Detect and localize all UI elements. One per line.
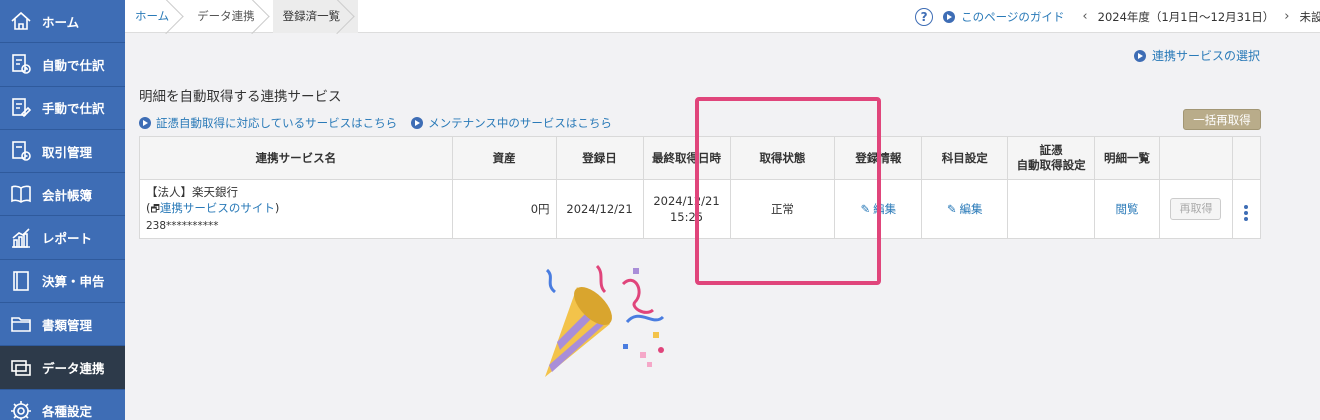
header-voucher-line2: 自動取得設定 — [1016, 158, 1086, 172]
sidebar-item-home[interactable]: ホーム — [0, 0, 125, 44]
sidebar-item-manual-journal[interactable]: 手動で仕訳 — [0, 87, 125, 130]
section-title: 明細を自動取得する連携サービス — [139, 89, 342, 105]
transaction-icon — [0, 139, 42, 163]
voucher-settings-cell — [1007, 179, 1096, 239]
menu-cell — [1231, 179, 1262, 239]
maintenance-services-link[interactable]: メンテナンス中のサービスはこちら — [411, 115, 612, 131]
header-account-settings: 科目設定 — [921, 136, 1009, 180]
report-chart-icon — [0, 226, 42, 250]
pencil-icon: ✎ — [946, 202, 957, 216]
sidebar-item-label: レポート — [42, 231, 93, 247]
account-number: 238********** — [146, 220, 219, 232]
service-site-line: (🗗連携サービスのサイト) — [146, 201, 280, 215]
registered-date-cell: 2024/12/21 — [555, 179, 644, 239]
sidebar: ホーム 自動で仕訳 手動で仕訳 取引管理 会計帳簿 レポート 決算・申告 書類管… — [0, 0, 125, 420]
play-icon — [1133, 49, 1146, 62]
status-text: 未設定 — [1299, 9, 1320, 24]
sidebar-item-auto-journal[interactable]: 自動で仕訳 — [0, 43, 125, 87]
help-icon[interactable]: ? — [915, 7, 934, 26]
sidebar-item-label: ホーム — [42, 14, 80, 30]
sidebar-item-settings[interactable]: 各種設定 — [0, 390, 125, 420]
ledger-book-icon — [0, 182, 42, 206]
service-site-link[interactable]: 連携サービスのサイト — [160, 201, 275, 215]
voucher-services-link[interactable]: 証憑自動取得に対応しているサービスはこちら — [139, 115, 397, 131]
play-icon — [139, 117, 151, 129]
data-link-icon — [0, 356, 42, 380]
sidebar-item-label: 手動で仕訳 — [42, 101, 105, 117]
header-refetch — [1159, 136, 1233, 180]
sidebar-item-ledger[interactable]: 会計帳簿 — [0, 173, 125, 217]
manual-journal-icon — [0, 96, 42, 120]
next-year-icon[interactable]: › — [1284, 9, 1289, 24]
sidebar-item-label: 各種設定 — [42, 404, 93, 420]
auto-journal-icon — [0, 52, 42, 76]
sidebar-item-label: 書類管理 — [42, 317, 93, 333]
header-voucher-settings: 証憑 自動取得設定 — [1007, 136, 1096, 180]
page-guide-link[interactable]: このページのガイド — [943, 9, 1064, 25]
folder-icon — [0, 312, 42, 336]
service-name-cell: 【法人】楽天銀行 (🗗連携サービスのサイト) 238********** — [139, 179, 453, 239]
play-icon — [411, 117, 424, 129]
statement-view-cell: 閲覧 — [1094, 179, 1160, 239]
account-edit-label: 編集 — [959, 202, 983, 216]
highlight-box — [695, 97, 881, 285]
settlement-icon — [0, 269, 42, 293]
select-service-link[interactable]: 連携サービスの選択 — [1133, 47, 1260, 64]
sidebar-item-label: 会計帳簿 — [42, 187, 93, 203]
refetch-cell: 再取得 — [1159, 179, 1233, 239]
prev-year-icon[interactable]: ‹ — [1082, 9, 1087, 24]
page-guide-label: このページのガイド — [961, 9, 1065, 24]
party-popper-icon — [545, 264, 665, 377]
service-name: 【法人】楽天銀行 — [146, 185, 238, 199]
select-service-label: 連携サービスの選択 — [1151, 49, 1260, 63]
header-menu — [1231, 136, 1262, 180]
gear-icon — [0, 399, 42, 420]
maintenance-services-label: メンテナンス中のサービスはこちら — [428, 116, 612, 130]
external-window-icon: 🗗 — [150, 204, 160, 215]
sidebar-item-transactions[interactable]: 取引管理 — [0, 130, 125, 174]
sidebar-item-label: データ連携 — [42, 361, 105, 377]
header-service-name: 連携サービス名 — [139, 136, 453, 180]
breadcrumb-current: 登録済一覧 — [272, 0, 359, 33]
breadcrumb-home[interactable]: ホーム — [125, 0, 187, 33]
header-voucher-line1: 証憑 — [1039, 143, 1063, 157]
sidebar-item-label: 取引管理 — [42, 144, 93, 160]
breadcrumb-data-link[interactable]: データ連携 — [187, 0, 273, 33]
sidebar-item-label: 自動で仕訳 — [42, 57, 105, 73]
bulk-refetch-button[interactable]: 一括再取得 — [1183, 109, 1261, 130]
account-edit-cell: ✎ 編集 — [921, 179, 1009, 239]
sidebar-item-documents[interactable]: 書類管理 — [0, 303, 125, 347]
account-edit-link[interactable]: ✎ 編集 — [947, 201, 983, 217]
voucher-services-label: 証憑自動取得に対応しているサービスはこちら — [156, 116, 398, 130]
sidebar-item-settlement[interactable]: 決算・申告 — [0, 260, 125, 304]
sidebar-item-report[interactable]: レポート — [0, 216, 125, 260]
header-registered-date: 登録日 — [555, 136, 644, 180]
statement-view-link[interactable]: 閲覧 — [1116, 202, 1139, 216]
home-icon — [0, 9, 42, 33]
header-assets: 資産 — [451, 136, 557, 180]
header-statement-list: 明細一覧 — [1094, 136, 1160, 180]
assets-cell: 0円 — [451, 179, 557, 239]
sidebar-item-label: 決算・申告 — [42, 274, 105, 290]
top-right-controls: ? このページのガイド ‹ 2024年度（1月1日〜12月31日） › 未設定 — [915, 0, 1320, 33]
play-icon — [943, 10, 956, 23]
fiscal-year: 2024年度（1月1日〜12月31日） — [1097, 9, 1275, 24]
top-bar: ホーム データ連携 登録済一覧 ? このページのガイド ‹ 2024年度（1月1… — [125, 0, 1320, 33]
kebab-menu-icon[interactable] — [1244, 205, 1249, 221]
sub-links: 証憑自動取得に対応しているサービスはこちら メンテナンス中のサービスはこちら — [139, 115, 612, 131]
refetch-button[interactable]: 再取得 — [1170, 198, 1222, 220]
sidebar-item-data-link[interactable]: データ連携 — [0, 346, 125, 390]
